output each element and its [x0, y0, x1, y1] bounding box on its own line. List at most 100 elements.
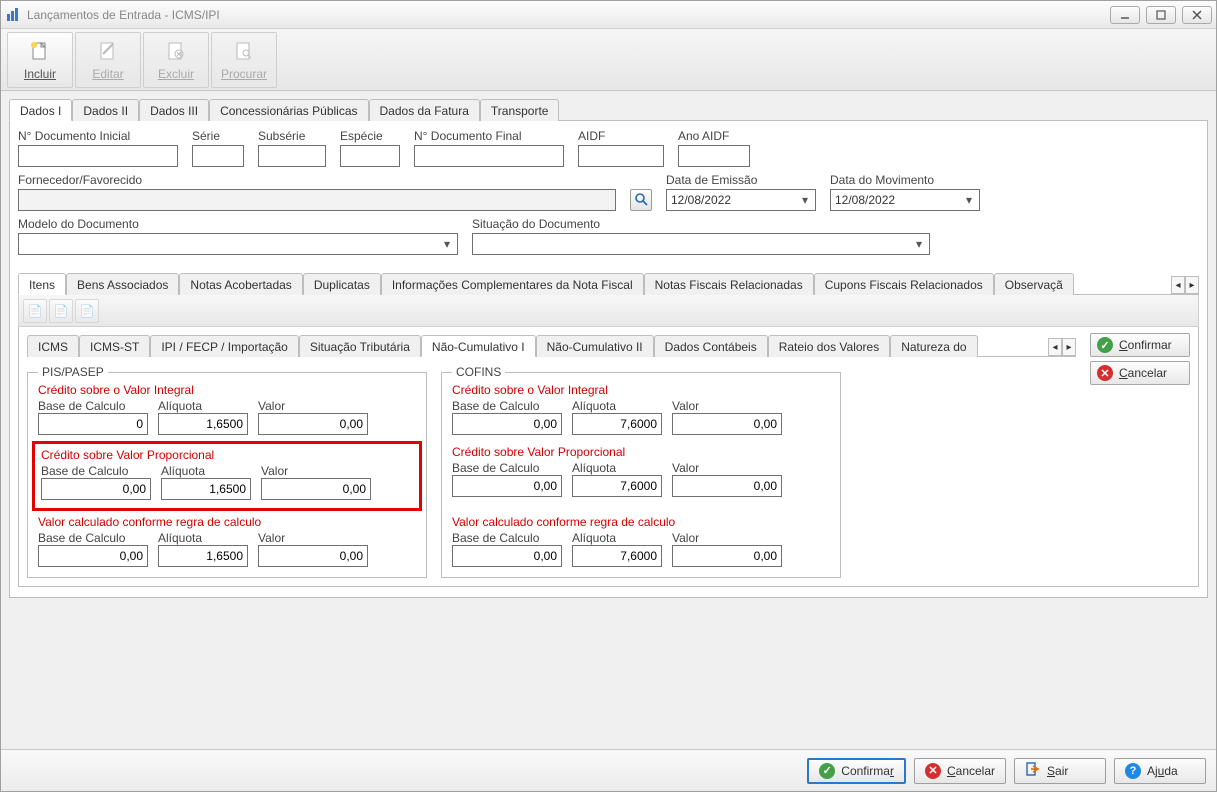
label-valor: Valor	[672, 531, 782, 545]
input-cofins-regra-aliq[interactable]	[572, 545, 662, 567]
minimize-button[interactable]	[1110, 6, 1140, 24]
bottom-sair-button[interactable]: Sair	[1014, 758, 1106, 784]
tab-natureza[interactable]: Natureza do	[890, 335, 977, 357]
input-pis-int-valor[interactable]	[258, 413, 368, 435]
close-button[interactable]	[1182, 6, 1212, 24]
tab-dados-fatura[interactable]: Dados da Fatura	[369, 99, 480, 121]
input-cofins-prop-aliq[interactable]	[572, 475, 662, 497]
input-cofins-int-aliq[interactable]	[572, 413, 662, 435]
input-subserie[interactable]	[258, 145, 326, 167]
bottom-cancelar-label: Cancelar	[947, 764, 995, 778]
side-confirmar-button[interactable]: ✓ Confirmar	[1090, 333, 1190, 357]
label-cofins-proporcional: Crédito sobre Valor Proporcional	[452, 445, 830, 459]
label-ndoc-final: N° Documento Final	[414, 129, 564, 143]
input-especie[interactable]	[340, 145, 400, 167]
content-area: Dados I Dados II Dados III Concessionári…	[1, 91, 1216, 606]
item-edit-button[interactable]: 📄	[49, 299, 73, 323]
tab-icms[interactable]: ICMS	[27, 335, 79, 357]
label-base: Base de Calculo	[38, 399, 148, 413]
itens-toolbar: 📄 📄 📄	[18, 295, 1199, 327]
tab-scroll-left[interactable]: ◂	[1171, 276, 1185, 294]
titlebar: Lançamentos de Entrada - ICMS/IPI	[1, 1, 1216, 29]
tab-ipi-fecp[interactable]: IPI / FECP / Importação	[150, 335, 299, 357]
tab-scroll-right[interactable]: ▸	[1185, 276, 1199, 294]
input-cofins-prop-valor[interactable]	[672, 475, 782, 497]
input-pis-prop-base[interactable]	[41, 478, 151, 500]
bottom-cancelar-button[interactable]: ✕ Cancelar	[914, 758, 1006, 784]
input-serie[interactable]	[192, 145, 244, 167]
tab-icms-st[interactable]: ICMS-ST	[79, 335, 150, 357]
side-actions: ✓ Confirmar ✕ Cancelar	[1090, 333, 1190, 385]
label-pis-integral: Crédito sobre o Valor Integral	[38, 383, 416, 397]
input-cofins-regra-base[interactable]	[452, 545, 562, 567]
inner-tab-scroll-left[interactable]: ◂	[1048, 338, 1062, 356]
tab-duplicatas[interactable]: Duplicatas	[303, 273, 381, 295]
input-fornecedor[interactable]	[18, 189, 616, 211]
x-icon: ✕	[925, 763, 941, 779]
input-pis-prop-aliq[interactable]	[161, 478, 251, 500]
select-modelo-doc[interactable]: ▾	[18, 233, 458, 255]
item-new-button[interactable]: 📄	[23, 299, 47, 323]
tab-sit-tributaria[interactable]: Situação Tributária	[299, 335, 421, 357]
maximize-button[interactable]	[1146, 6, 1176, 24]
inner-tab-scroll: ◂ ▸	[1048, 338, 1076, 356]
input-cofins-int-valor[interactable]	[672, 413, 782, 435]
input-cofins-prop-base[interactable]	[452, 475, 562, 497]
label-aliq: Alíquota	[572, 531, 662, 545]
input-ano-aidf[interactable]	[678, 145, 750, 167]
tab-dados-contabeis[interactable]: Dados Contábeis	[654, 335, 768, 357]
input-pis-regra-valor[interactable]	[258, 545, 368, 567]
input-aidf[interactable]	[578, 145, 664, 167]
bottom-ajuda-button[interactable]: ? Ajuda	[1114, 758, 1206, 784]
tab-observacao[interactable]: Observaçã	[994, 273, 1074, 295]
inner-tab-scroll-right[interactable]: ▸	[1062, 338, 1076, 356]
input-pis-prop-valor[interactable]	[261, 478, 371, 500]
tab-concessionarias[interactable]: Concessionárias Públicas	[209, 99, 368, 121]
input-pis-int-base[interactable]	[38, 413, 148, 435]
input-cofins-int-base[interactable]	[452, 413, 562, 435]
item-delete-button[interactable]: 📄	[75, 299, 99, 323]
procurar-button[interactable]: Procurar	[211, 32, 277, 88]
tab-dados-1[interactable]: Dados I	[9, 99, 72, 121]
chevron-down-icon: ▾	[797, 193, 813, 207]
label-aliq: Alíquota	[158, 531, 248, 545]
group-pis: PIS/PASEP Crédito sobre o Valor Integral…	[27, 365, 427, 578]
input-ndoc-final[interactable]	[414, 145, 564, 167]
tab-nao-cumulativo-1[interactable]: Não-Cumulativo I	[421, 335, 536, 357]
document-edit-icon	[96, 39, 120, 65]
value-data-movimento: 12/08/2022	[835, 193, 895, 207]
label-cofins-regra: Valor calculado conforme regra de calcul…	[452, 515, 830, 529]
tab-nf-relacionadas[interactable]: Notas Fiscais Relacionadas	[644, 273, 814, 295]
input-data-emissao[interactable]: 12/08/2022▾	[666, 189, 816, 211]
tab-info-complementares[interactable]: Informações Complementares da Nota Fisca…	[381, 273, 644, 295]
side-cancelar-button[interactable]: ✕ Cancelar	[1090, 361, 1190, 385]
tab-notas-acobertadas[interactable]: Notas Acobertadas	[179, 273, 302, 295]
excluir-button[interactable]: Excluir	[143, 32, 209, 88]
label-base: Base de Calculo	[452, 531, 562, 545]
tab-dados-2[interactable]: Dados II	[72, 99, 139, 121]
tab-bens-associados[interactable]: Bens Associados	[66, 273, 179, 295]
input-pis-int-aliq[interactable]	[158, 413, 248, 435]
editar-button[interactable]: Editar	[75, 32, 141, 88]
input-cofins-regra-valor[interactable]	[672, 545, 782, 567]
label-valor: Valor	[261, 464, 371, 478]
input-pis-regra-aliq[interactable]	[158, 545, 248, 567]
label-data-emissao: Data de Emissão	[666, 173, 816, 187]
tab-cupons-relacionados[interactable]: Cupons Fiscais Relacionados	[814, 273, 994, 295]
label-data-movimento: Data do Movimento	[830, 173, 980, 187]
bottom-confirmar-button[interactable]: ✓ Confirmar	[807, 758, 906, 784]
incluir-button[interactable]: Incluir	[7, 32, 73, 88]
tab-dados-3[interactable]: Dados III	[139, 99, 209, 121]
tab-transporte[interactable]: Transporte	[480, 99, 560, 121]
tab-nao-cumulativo-2[interactable]: Não-Cumulativo II	[536, 335, 654, 357]
input-ndoc-inicial[interactable]	[18, 145, 178, 167]
tab-rateio-valores[interactable]: Rateio dos Valores	[768, 335, 891, 357]
input-pis-regra-base[interactable]	[38, 545, 148, 567]
tab-itens[interactable]: Itens	[18, 273, 66, 295]
select-situacao-doc[interactable]: ▾	[472, 233, 930, 255]
lookup-fornecedor-button[interactable]	[630, 189, 652, 211]
document-icon: 📄	[80, 304, 95, 318]
label-serie: Série	[192, 129, 244, 143]
input-data-movimento[interactable]: 12/08/2022▾	[830, 189, 980, 211]
label-situacao-doc: Situação do Documento	[472, 217, 930, 231]
